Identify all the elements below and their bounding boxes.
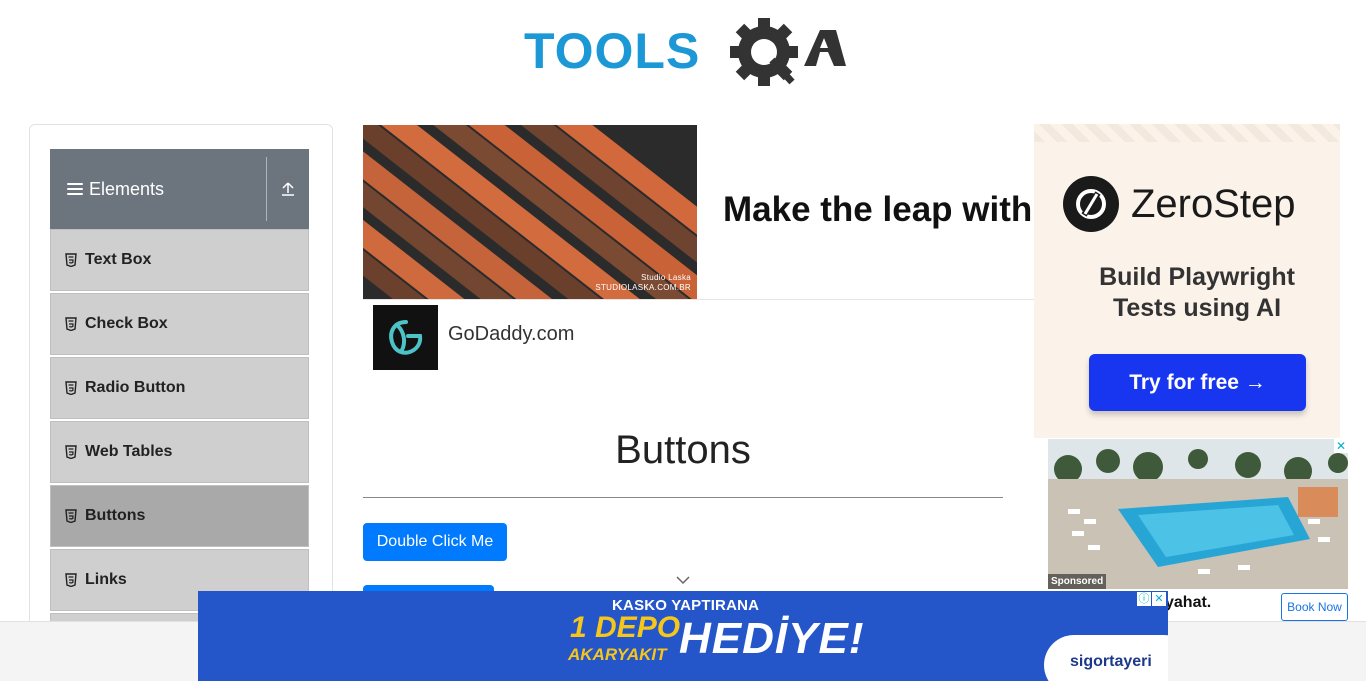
toolsqa-logo[interactable]: TOOLS — [524, 16, 848, 90]
ad-choices[interactable]: ⓘ ✕ — [1137, 592, 1166, 606]
tagline-line-2: Tests using AI — [1112, 294, 1282, 322]
sidebar-item-label: Text Box — [85, 251, 152, 268]
html5-icon — [65, 317, 77, 331]
html5-icon — [65, 573, 77, 587]
hotel-ad-caption[interactable]: yahat. — [1165, 594, 1211, 612]
ad-headline[interactable]: Make the leap with — [723, 190, 1032, 230]
sidebar-item-label: Buttons — [85, 507, 146, 524]
svg-text:TOOLS: TOOLS — [524, 23, 700, 79]
book-now-button[interactable]: Book Now — [1281, 593, 1348, 621]
menu-icon — [67, 182, 83, 196]
sidebar-item-label: Links — [85, 571, 127, 588]
zerostep-ad[interactable]: ZeroStep Build Playwright Tests using AI… — [1034, 124, 1340, 438]
sidebar-item-label: Check Box — [85, 315, 168, 332]
ad-divider — [363, 299, 1035, 300]
ad-product-image[interactable]: Studio Laska STUDIOLASKA.COM.BR — [363, 125, 697, 299]
html5-icon — [65, 509, 77, 523]
collapse-toggle[interactable] — [267, 149, 309, 229]
advertiser-name[interactable]: GoDaddy.com — [448, 323, 574, 346]
zerostep-mark-icon — [1063, 176, 1119, 232]
close-icon[interactable]: ✕ — [1334, 439, 1348, 453]
image-credit: Studio Laska STUDIOLASKA.COM.BR — [595, 273, 691, 293]
banner-line-3: AKARYAKIT — [568, 645, 667, 664]
tagline-line-1: Build Playwright — [1099, 263, 1295, 291]
info-icon[interactable]: ⓘ — [1137, 592, 1151, 606]
resort-pool-image — [1048, 439, 1348, 589]
sponsored-label: Sponsored — [1048, 574, 1107, 589]
title-divider — [363, 497, 1003, 498]
elements-group-header[interactable]: Elements — [50, 149, 309, 229]
godaddy-logo[interactable] — [373, 305, 438, 370]
double-click-button[interactable]: Double Click Me — [363, 523, 507, 561]
elements-menu: Text Box Check Box Radio Button Web Tabl… — [50, 229, 309, 635]
page-title: Buttons — [615, 428, 751, 472]
zerostep-tagline: Build Playwright Tests using AI — [1034, 262, 1340, 324]
sidebar-item-label: Web Tables — [85, 443, 173, 460]
credit-line-1: Studio Laska — [641, 273, 691, 282]
html5-icon — [65, 445, 77, 459]
html5-icon — [65, 381, 77, 395]
try-for-free-button[interactable]: Try for free → — [1089, 354, 1306, 411]
sidebar-item-text-box[interactable]: Text Box — [50, 229, 309, 291]
credit-line-2: STUDIOLASKA.COM.BR — [595, 283, 691, 292]
left-panel: Elements Text Box Check Box Radio Button… — [29, 124, 333, 644]
banner-brand: sigortayeri — [1070, 653, 1152, 670]
zerostep-brand: ZeroStep — [1131, 181, 1296, 226]
banner-line-2: 1 DEPO — [570, 611, 681, 644]
bottom-banner-ad[interactable]: KASKO YAPTIRANA 1 DEPO AKARYAKIT HEDİYE!… — [198, 591, 1168, 681]
sidebar-item-radio-button[interactable]: Radio Button — [50, 357, 309, 419]
zerostep-logo: ZeroStep — [1063, 176, 1296, 232]
close-icon[interactable]: ✕ — [1152, 592, 1166, 606]
sidebar-item-check-box[interactable]: Check Box — [50, 293, 309, 355]
sidebar-item-buttons[interactable]: Buttons — [50, 485, 309, 547]
upload-icon — [282, 182, 294, 196]
html5-icon — [65, 253, 77, 267]
banner-line-4: HEDİYE! — [679, 614, 865, 663]
ad-pattern — [1034, 124, 1340, 142]
godaddy-g-icon — [388, 319, 422, 355]
sidebar-item-label: Radio Button — [85, 379, 186, 396]
chevron-down-icon[interactable] — [675, 574, 691, 586]
elements-group-title[interactable]: Elements — [50, 179, 266, 200]
hotel-ad-image[interactable]: Sponsored ✕ — [1048, 439, 1348, 589]
sidebar-item-web-tables[interactable]: Web Tables — [50, 421, 309, 483]
group-title-label: Elements — [89, 178, 165, 199]
